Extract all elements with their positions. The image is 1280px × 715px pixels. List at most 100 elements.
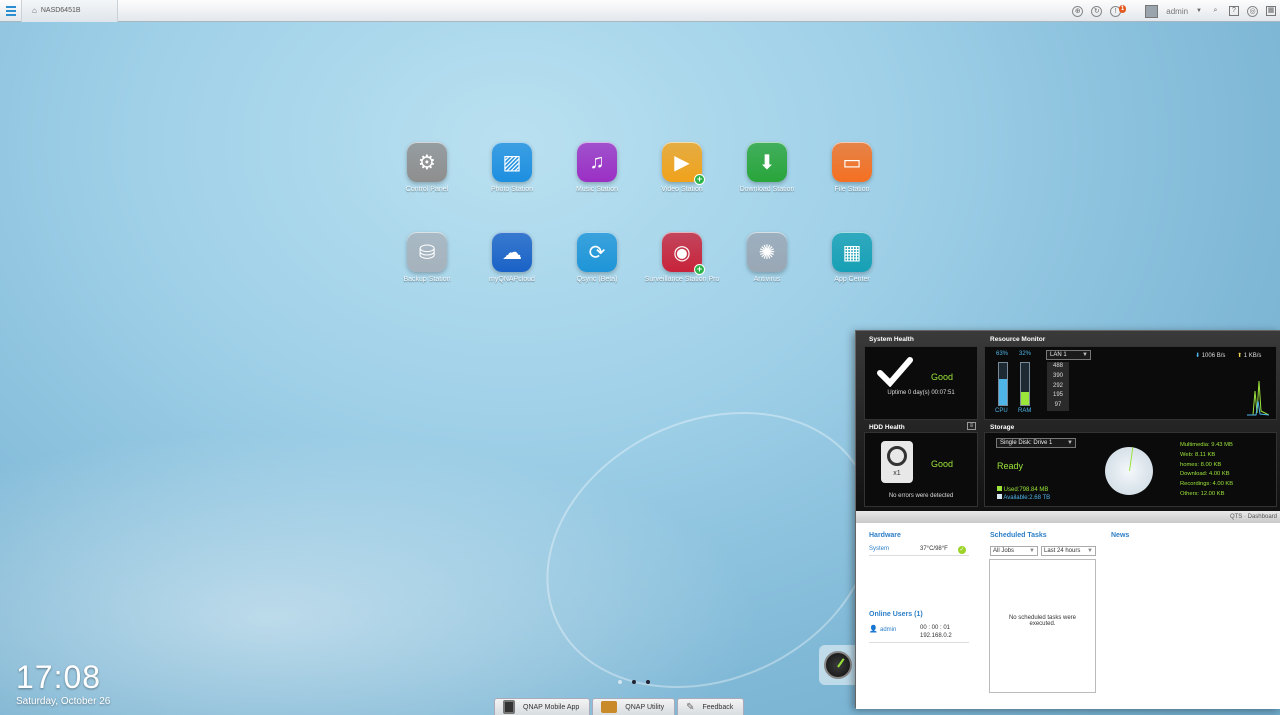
storage-status: Ready [997, 461, 1024, 471]
lan-select[interactable]: LAN 1 ▼ [1046, 350, 1091, 360]
time-filter-select[interactable]: Last 24 hours ▼ [1041, 546, 1096, 556]
phone-icon [503, 700, 515, 714]
app-app-center[interactable]: ▦ App Center [812, 232, 892, 284]
mobile-app-label: QNAP Mobile App [523, 703, 580, 711]
page-dot[interactable] [646, 680, 650, 684]
resource-monitor-pane[interactable]: 63% 32% CPU RAM LAN 1 ▼ 488 390 292 195 97 ⬇ … [984, 346, 1277, 420]
jobs-filter-select[interactable]: All Jobs ▼ [990, 546, 1038, 556]
dashboard-bottom: QTS · Dashboard Hardware System 37°C/98°… [856, 511, 1280, 709]
utility-label: QNAP Utility [625, 703, 665, 711]
toolbox-icon [601, 701, 618, 713]
app-file-station[interactable]: ▭ File Station [812, 142, 892, 194]
mobile-app-button[interactable]: QNAP Mobile App [494, 698, 591, 715]
background-tasks-icon[interactable]: ⊕ [1072, 5, 1084, 17]
app-label: Surveillance Station Pro [644, 276, 720, 283]
notification-icon[interactable]: ! 1 [1110, 4, 1127, 17]
photo-icon: ▨ [492, 142, 532, 182]
backup-icon: ⛁ [407, 232, 447, 272]
uptime-text: Uptime 0 day(s) 00:07:51 [887, 390, 955, 396]
hdd-health-pane[interactable]: x1 Good No errors were detected [864, 432, 978, 507]
app-label: Backup Station [403, 276, 451, 283]
app-backup-station[interactable]: ⛁ Backup Station [387, 232, 467, 284]
tasks-list[interactable]: No scheduled tasks were executed. [989, 559, 1096, 693]
news-title: News [1111, 532, 1130, 539]
ok-check-icon: ✓ [958, 546, 966, 554]
online-user-ip: 192.168.0.2 [920, 633, 952, 639]
user-menu[interactable]: admin [1166, 7, 1188, 16]
app-surveillance-station-pro[interactable]: ◉ + Surveillance Station Pro [642, 232, 722, 284]
page-dot[interactable] [618, 680, 622, 684]
gear-icon: ⚙ [407, 142, 447, 182]
clock-time: 17:08 [16, 659, 102, 695]
pencil-icon: ✎ [686, 701, 695, 713]
app-antivirus[interactable]: ✺ Antivirus [727, 232, 807, 284]
clock-date: Saturday, October 26 [16, 696, 111, 707]
legend-item: Download: 4.00 KB [1180, 471, 1230, 478]
chevron-down-icon[interactable]: ▼ [1196, 8, 1202, 14]
notification-count: 1 [1118, 4, 1127, 13]
scale-tick: 390 [1052, 372, 1063, 379]
dashboard-icon[interactable]: ▦ [1266, 6, 1276, 16]
top-bar: ⌂ NASD6451B ⊕ ↻ ! 1 admin ▼ ⌕ ? ◎ ▦ [0, 0, 1280, 22]
page-dot[interactable] [632, 680, 636, 684]
resource-monitor-title: Resource Monitor [990, 336, 1046, 343]
external-device-icon[interactable]: ↻ [1091, 5, 1103, 17]
lan-select-value: LAN 1 [1050, 352, 1067, 358]
system-health-pane[interactable]: Good Uptime 0 day(s) 00:07:51 [864, 346, 978, 420]
app-label: Qsync (Beta) [576, 276, 618, 283]
app-control-panel[interactable]: ⚙ Control Panel [387, 142, 467, 194]
hardware-system-row[interactable]: System 37°C/98°F ✓ [869, 546, 969, 556]
app-label: myQNAPcloud [489, 276, 535, 283]
app-download-station[interactable]: ⬇ Download Station [727, 142, 807, 194]
legend-item: Recordings: 4.00 KB [1180, 481, 1234, 488]
storage-available-value: Available:2.68 TB [1003, 495, 1051, 501]
download-icon: ⬇ [747, 142, 787, 182]
network-scale: 488 390 292 195 97 [1047, 362, 1069, 411]
app-qsync-beta[interactable]: ⟳ Qsync (Beta) [557, 232, 637, 284]
list-icon[interactable]: ≡ [967, 422, 976, 430]
app-label: Photo Station [490, 186, 534, 193]
page-indicator[interactable] [618, 680, 650, 684]
scale-tick: 97 [1054, 402, 1062, 409]
storage-used: Used:798.84 MB [997, 486, 1048, 493]
main-menu-button[interactable] [0, 0, 22, 22]
app-photo-station[interactable]: ▨ Photo Station [472, 142, 552, 194]
online-user-name: admin [880, 627, 897, 633]
storage-pane[interactable]: Single Disk: Drive 1 ▼ Ready Used:798.84 … [984, 432, 1277, 507]
storage-used-value: Used:798.84 MB [1003, 487, 1049, 493]
grid-icon: ▦ [832, 232, 872, 272]
help-icon[interactable]: ? [1229, 6, 1239, 16]
storage-legend: Multimedia: 9.43 MB Web: 8.11 KB homes: … [1180, 441, 1233, 500]
desktop-clock: 17:08 Saturday, October 26 [16, 660, 110, 707]
feedback-button[interactable]: ✎ Feedback [677, 698, 745, 715]
home-tab[interactable]: ⌂ NASD6451B [22, 0, 118, 22]
storage-available: Available:2.68 TB [997, 494, 1050, 501]
disk-select[interactable]: Single Disk: Drive 1 ▼ [996, 438, 1076, 448]
cpu-bar-fill [999, 378, 1007, 405]
app-music-station[interactable]: ♫ Music Station [557, 142, 637, 194]
hdd-status: Good [931, 459, 954, 469]
user-avatar[interactable] [1145, 4, 1159, 18]
system-health-status: Good [931, 372, 954, 382]
utility-button[interactable]: QNAP Utility [592, 698, 676, 715]
hdd-health-title: HDD Health [869, 424, 905, 431]
dashboard-strip: QTS · Dashboard [856, 511, 1280, 523]
ram-percent: 32% [1019, 351, 1032, 357]
chevron-down-icon: ▼ [1067, 440, 1073, 446]
ram-label: RAM [1018, 408, 1032, 414]
system-temp: 37°C/98°F [920, 546, 948, 552]
dashboard-panel: System Health Good Uptime 0 day(s) 00:07… [855, 330, 1280, 709]
upload-rate: ⬆ 1 KB/s [1237, 352, 1261, 359]
scale-tick: 292 [1052, 382, 1063, 389]
checkmark-icon [877, 357, 913, 387]
dashboard-toggle-button[interactable] [819, 645, 857, 685]
folder-icon: ▭ [832, 142, 872, 182]
system-label: System [869, 546, 890, 552]
app-video-station[interactable]: ▶ + Video Station [642, 142, 722, 194]
antivirus-icon: ✺ [747, 232, 787, 272]
search-icon[interactable]: ⌕ [1210, 6, 1221, 17]
online-user-row[interactable]: 👤 admin 00 : 00 : 01 192.168.0.2 [869, 625, 969, 643]
language-icon[interactable]: ◎ [1247, 5, 1258, 17]
app-myqnapcloud[interactable]: ☁ myQNAPcloud [472, 232, 552, 284]
disk-select-value: Single Disk: Drive 1 [1000, 440, 1053, 446]
